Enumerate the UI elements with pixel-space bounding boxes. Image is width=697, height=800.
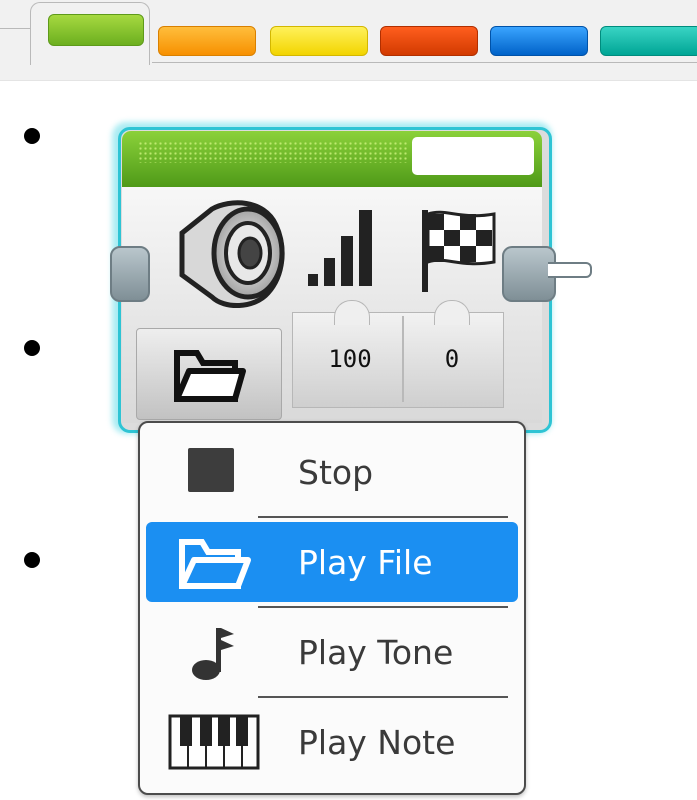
music-note-icon <box>190 624 238 686</box>
menu-item-play-file[interactable]: Play File <box>146 522 518 602</box>
checkered-flag-icon <box>416 206 500 298</box>
stop-square-icon <box>186 446 236 498</box>
tab-data-operations[interactable] <box>380 26 478 56</box>
volume-bars-icon <box>304 206 384 294</box>
header-grip[interactable] <box>138 141 408 163</box>
bullet-2 <box>24 340 40 356</box>
bullet-1 <box>24 128 40 144</box>
speaker-icon <box>172 195 292 317</box>
menu-item-label: Stop <box>298 452 374 492</box>
tab-my-blocks[interactable] <box>600 26 697 56</box>
folder-icon <box>178 536 252 594</box>
volume-input[interactable]: 100 <box>302 316 398 402</box>
menu-item-label: Play Note <box>298 722 456 762</box>
sequence-input-port[interactable] <box>110 246 150 302</box>
menu-separator <box>258 516 508 518</box>
menu-item-label: Play Tone <box>298 632 454 672</box>
menu-item-play-note[interactable]: Play Note <box>146 702 518 782</box>
tab-strip-baseline <box>152 62 697 63</box>
bullet-3 <box>24 552 40 568</box>
sequence-wire-stub <box>548 262 592 278</box>
tab-advanced[interactable] <box>490 26 588 56</box>
mode-selector-button[interactable] <box>136 328 282 420</box>
tab-flow-control[interactable] <box>158 26 256 56</box>
menu-item-stop[interactable]: Stop <box>146 432 518 512</box>
menu-item-label: Play File <box>298 542 433 582</box>
play-type-input[interactable]: 0 <box>402 316 500 402</box>
menu-item-play-tone[interactable]: Play Tone <box>146 612 518 692</box>
block-header <box>122 131 542 187</box>
piano-keys-icon <box>168 714 260 774</box>
menu-separator <box>258 606 508 608</box>
folder-icon <box>173 345 247 407</box>
block-name-box[interactable] <box>412 137 534 175</box>
tab-action[interactable] <box>48 14 144 46</box>
tab-sensor[interactable] <box>270 26 368 56</box>
tab-strip-line <box>0 28 32 29</box>
menu-separator <box>258 696 508 698</box>
palette-tab-strip <box>0 0 697 81</box>
